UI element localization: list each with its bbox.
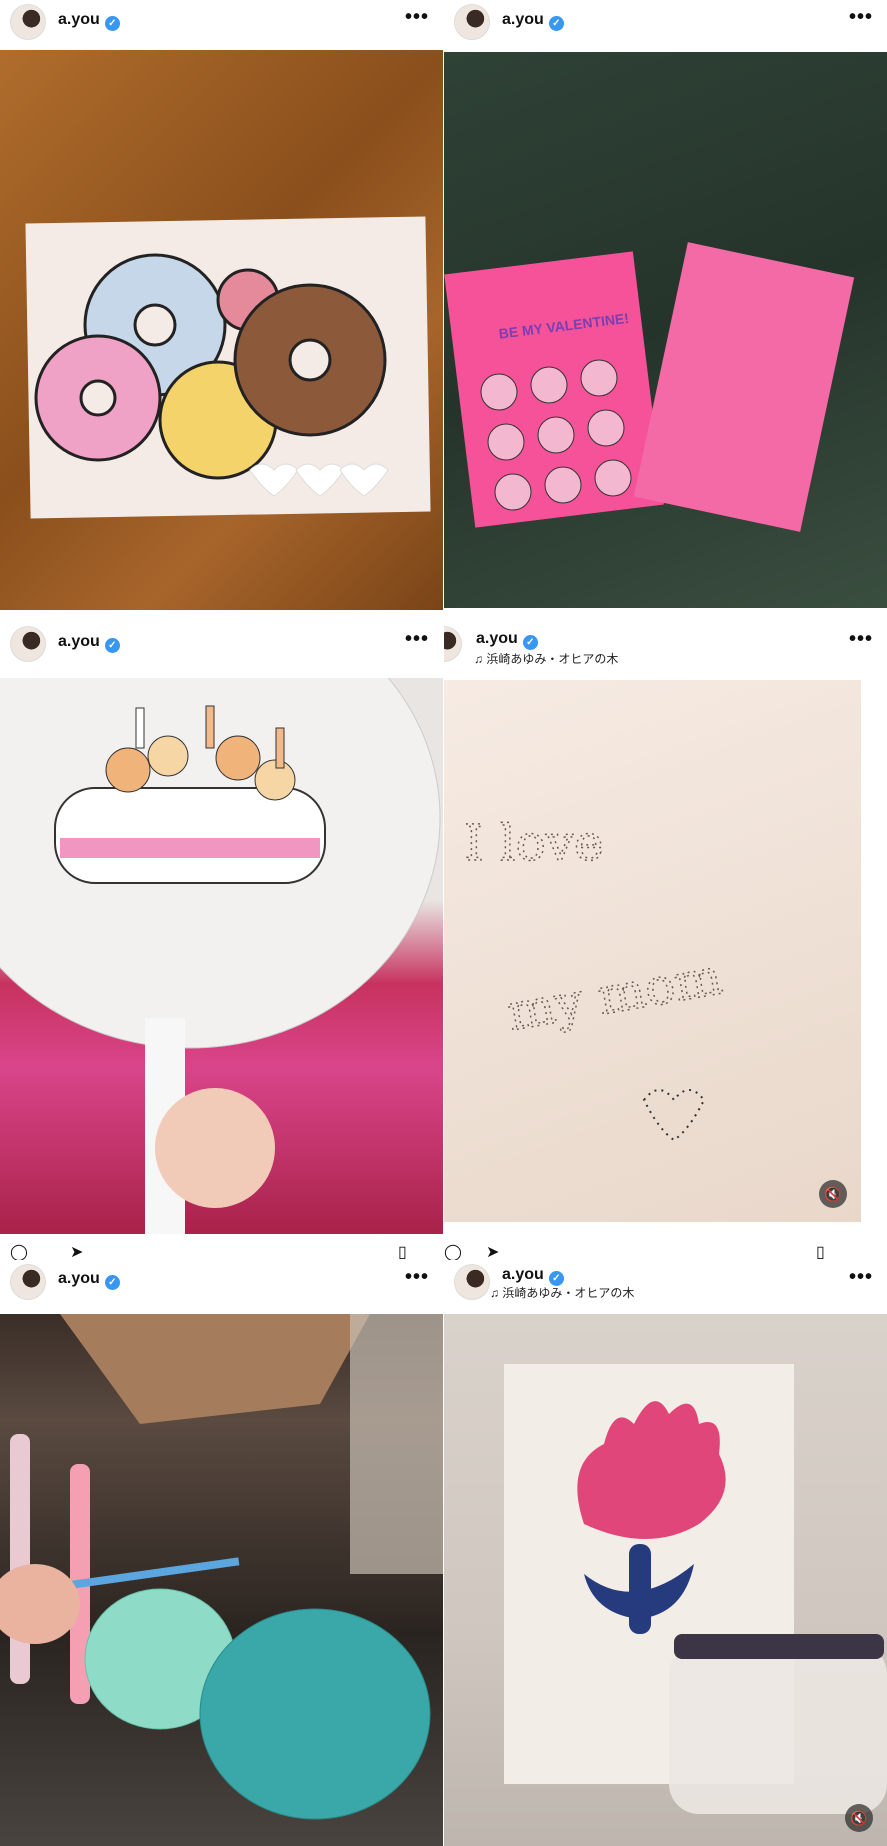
paper-plane-icon[interactable]: ➤ (70, 1242, 83, 1262)
username[interactable]: a.you ✓ (58, 633, 120, 653)
post-header: a.you ✓ ••• (0, 1260, 443, 1300)
post-header: a.you ✓ ••• (0, 622, 443, 662)
music-label[interactable]: ♫ 浜崎あゆみ・オヒアの木 (490, 1284, 634, 1301)
verified-badge-icon: ✓ (548, 16, 564, 31)
post-header: a.you ✓ ••• (444, 0, 887, 40)
avatar[interactable] (10, 1264, 46, 1300)
bookmark-icon[interactable]: ▯ (816, 1242, 825, 1262)
comment-icon[interactable]: ◯ (10, 1242, 28, 1262)
username[interactable]: a.you ✓ (58, 1270, 120, 1290)
handwriting-line-1: I love (464, 814, 604, 872)
comment-icon[interactable]: ◯ (444, 1242, 462, 1262)
cake-drawing-fan (0, 678, 441, 1234)
post-3: a.you ✓ ••• (0, 622, 443, 1234)
post-image[interactable] (0, 678, 443, 1234)
avatar[interactable] (10, 4, 46, 40)
more-options-icon[interactable]: ••• (405, 6, 429, 29)
post-6: a.you ✓ ♫ 浜崎あゆみ・オヒアの木 ••• 🔇 (444, 1260, 887, 1846)
dotted-handwriting: I love my mom (463, 813, 727, 1142)
username[interactable]: a.you ✓ (58, 11, 120, 31)
post-image[interactable] (0, 1314, 443, 1846)
music-label[interactable]: ♫ 浜崎あゆみ・オヒアの木 (474, 650, 618, 667)
post-video[interactable]: 🔇 (444, 1314, 887, 1846)
verified-badge-icon: ✓ (522, 635, 538, 650)
verified-badge-icon: ✓ (104, 16, 120, 31)
paper-plane-icon[interactable]: ➤ (486, 1242, 499, 1262)
post-video[interactable]: I love my mom 🔇 (444, 680, 861, 1222)
post-header: a.you ✓ ••• (0, 0, 443, 40)
action-bar: ◯ ➤ ▯ (444, 1244, 887, 1261)
verified-badge-icon: ✓ (104, 1275, 120, 1290)
post-4: a.you ✓ ♫ 浜崎あゆみ・オヒアの木 ••• I love my mom 🔇 (444, 622, 887, 1234)
username[interactable]: a.you ✓ (502, 1266, 564, 1286)
post-5: a.you ✓ ••• (0, 1260, 443, 1846)
post-2: a.you ✓ ••• BE MY VALENTINE! (444, 0, 887, 612)
more-options-icon[interactable]: ••• (405, 628, 429, 651)
more-options-icon[interactable]: ••• (849, 628, 873, 651)
avatar[interactable] (444, 626, 462, 662)
action-bar: ◯ ➤ ▯ (0, 1244, 443, 1261)
valentine-cards: BE MY VALENTINE! (444, 242, 855, 532)
paper-lanterns (0, 1314, 443, 1820)
avatar[interactable] (454, 4, 490, 40)
avatar[interactable] (454, 1264, 490, 1300)
more-options-icon[interactable]: ••• (849, 1266, 873, 1289)
post-image[interactable]: BE MY VALENTINE! (444, 52, 887, 608)
bookmark-icon[interactable]: ▯ (398, 1242, 407, 1262)
post-1: a.you ✓ ••• (0, 0, 443, 612)
muted-speaker-icon[interactable]: 🔇 (845, 1804, 873, 1832)
handprint-card (504, 1364, 887, 1814)
verified-badge-icon: ✓ (104, 638, 120, 653)
more-options-icon[interactable]: ••• (849, 6, 873, 29)
post-header: a.you ✓ ♫ 浜崎あゆみ・オヒアの木 ••• (444, 622, 887, 670)
handwriting-line-2: my mom (503, 947, 726, 1042)
username[interactable]: a.you ✓ (502, 11, 564, 31)
avatar[interactable] (10, 626, 46, 662)
post-header: a.you ✓ ♫ 浜崎あゆみ・オヒアの木 ••• (444, 1260, 887, 1312)
more-options-icon[interactable]: ••• (405, 1266, 429, 1289)
post-image[interactable] (0, 50, 443, 610)
donut-coloring-page (25, 216, 431, 519)
muted-speaker-icon[interactable]: 🔇 (819, 1180, 847, 1208)
username[interactable]: a.you ✓ (476, 630, 538, 650)
